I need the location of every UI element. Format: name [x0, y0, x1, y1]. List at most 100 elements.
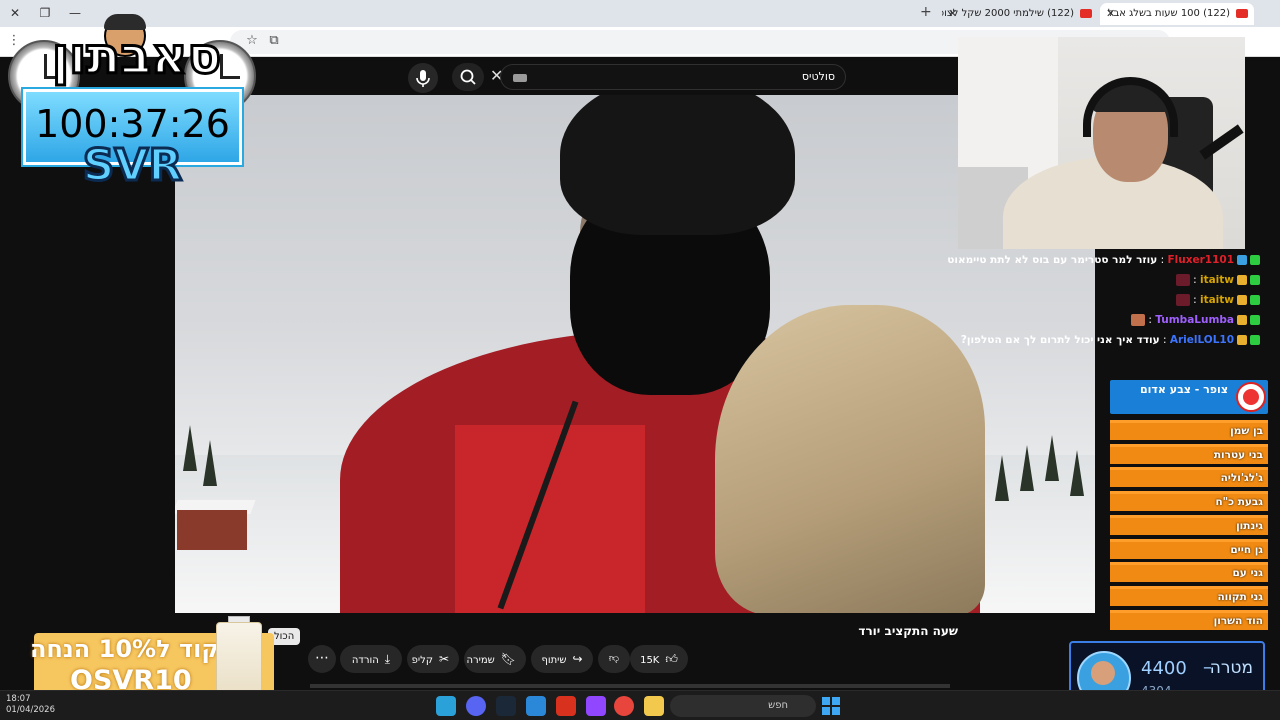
- chat-badge-icon: [1237, 255, 1247, 265]
- jacket-panel: [455, 425, 645, 613]
- alert-list-item: גני עם: [1110, 562, 1268, 583]
- alert-list-item: גבעת כ"ח: [1110, 491, 1268, 512]
- file-explorer-icon[interactable]: [644, 696, 664, 716]
- share-icon: ↪: [572, 652, 583, 666]
- taskbar-search[interactable]: חפש: [670, 695, 816, 717]
- screen: ✕ ❐ — + (122) שילמתי 2000 שקל לצופי ✕ (1…: [0, 0, 1280, 720]
- chat-message: itaitw :: [960, 294, 1260, 314]
- tree: [203, 440, 217, 486]
- clip-label: קליפ: [411, 655, 433, 666]
- chat-username[interactable]: itaitw: [1200, 274, 1234, 286]
- chat-badge-icon: [1237, 275, 1247, 285]
- like-button[interactable]: 👍︎ 15K: [630, 645, 688, 673]
- close-tab-icon[interactable]: ✕: [1106, 3, 1115, 25]
- scissors-icon: ✂: [438, 652, 449, 666]
- subscriber-badge-icon: [1250, 275, 1260, 285]
- chat-username[interactable]: TumbaLumba: [1155, 314, 1234, 326]
- search-input[interactable]: סולטיס: [500, 64, 846, 90]
- subscriber-badge-icon: [1250, 255, 1260, 265]
- chat-message: Fluxer1101 : עוזר למר סטרימר עם בוס לא ל…: [947, 254, 1260, 274]
- goal-target: 4400: [1141, 658, 1187, 679]
- dislike-button[interactable]: 👎︎: [598, 645, 630, 673]
- download-button[interactable]: ⤓ הורדה: [340, 645, 402, 673]
- telegram-icon[interactable]: [436, 696, 456, 716]
- tab-1-label: (122) 100 שעות בשלג אבל: [1107, 8, 1230, 19]
- browser-tab-bar: ✕ ❐ — + (122) שילמתי 2000 שקל לצופי ✕ (1…: [0, 0, 1280, 27]
- thumbs-up-icon: 👍︎: [665, 652, 678, 666]
- windows-start-icon[interactable]: [822, 697, 840, 715]
- subscriber-badge-icon: [1250, 315, 1260, 325]
- cabin: [177, 510, 247, 550]
- alert-list-item: גן חיים: [1110, 538, 1268, 559]
- steam-icon[interactable]: [496, 696, 516, 716]
- discord-icon[interactable]: [466, 696, 486, 716]
- new-tab-icon[interactable]: +: [920, 4, 934, 20]
- share-label: שיתוף: [541, 655, 567, 666]
- promo-discount-text: קוד ל10% הנחה: [29, 635, 219, 663]
- chat-separator: :: [1189, 294, 1200, 306]
- alert-list-item: גינתון: [1110, 514, 1268, 535]
- chat-text: עוזר למר סטרימר עם בוס לא לתת טיימאוט: [947, 254, 1158, 266]
- video-player[interactable]: [175, 95, 1095, 613]
- search-button[interactable]: [452, 63, 484, 91]
- alert-list-header: צופר - צבע אדום: [1110, 380, 1268, 414]
- emote-icon: [1131, 314, 1146, 326]
- bookmark-icon: 🔖︎: [500, 652, 516, 666]
- alert-list-item: בני עטרות: [1110, 443, 1268, 464]
- emote-icon: [1175, 294, 1190, 306]
- menu-icon[interactable]: ⋮: [6, 33, 22, 49]
- subscriber-badge-icon: [1250, 295, 1260, 305]
- clock-time: 18:07: [6, 694, 31, 704]
- more-actions-button[interactable]: ⋯: [308, 645, 336, 673]
- search-query: סולטיס: [801, 70, 835, 83]
- chat-username[interactable]: itaitw: [1200, 294, 1234, 306]
- save-button[interactable]: 🔖︎ שמירה: [464, 645, 526, 673]
- notepad-icon[interactable]: [526, 696, 546, 716]
- system-clock[interactable]: 18:07 01/04/2026: [6, 694, 55, 716]
- chat-separator: :: [1159, 334, 1170, 346]
- obs-icon[interactable]: [586, 696, 606, 716]
- taskbar: 18:07 01/04/2026 חפש: [0, 690, 1280, 720]
- minimize-window-icon[interactable]: —: [66, 4, 84, 22]
- tab-1[interactable]: (122) 100 שעות בשלג אבל ✕: [1100, 3, 1254, 25]
- tree: [1020, 445, 1034, 491]
- taskbar-search-placeholder: חפש: [768, 700, 788, 711]
- close-tab-icon[interactable]: ✕: [948, 3, 957, 25]
- alert-list-item: ג'לג'וליה: [1110, 467, 1268, 488]
- bookmark-star-icon[interactable]: ☆: [244, 33, 260, 49]
- chat-message: itaitw :: [960, 274, 1260, 294]
- keyboard-icon[interactable]: [513, 74, 527, 82]
- video-title: שעה התקציב יורד: [858, 624, 958, 638]
- goal-label: מטרה: [1209, 658, 1253, 678]
- stream-chat: Fluxer1101 : עוזר למר סטרימר עם בוס לא ל…: [947, 254, 1260, 354]
- download-label: הורדה: [351, 655, 379, 666]
- tree: [995, 455, 1009, 501]
- tab-2[interactable]: (122) שילמתי 2000 שקל לצופי ✕: [942, 3, 1098, 25]
- close-window-icon[interactable]: ✕: [6, 4, 24, 22]
- chat-separator: :: [1189, 274, 1200, 286]
- chat-username[interactable]: Fluxer1101: [1167, 254, 1234, 266]
- chat-badge-icon: [1237, 295, 1247, 305]
- voice-search-button[interactable]: [408, 63, 438, 93]
- scrollbar[interactable]: [310, 684, 950, 688]
- chat-message: TumbaLumba :: [960, 314, 1260, 334]
- save-label: שמירה: [466, 655, 495, 666]
- download-icon: ⤓: [384, 652, 391, 666]
- tree: [1070, 450, 1084, 496]
- alert-list-item: גני תקווה: [1110, 585, 1268, 606]
- chat-badge-icon: [1237, 335, 1247, 345]
- chrome-icon[interactable]: [614, 696, 634, 716]
- youtube-icon: [1236, 9, 1248, 18]
- search-icon: [460, 69, 476, 85]
- chat-separator: :: [1145, 314, 1156, 326]
- share-button[interactable]: ↪ שיתוף: [531, 645, 593, 673]
- app-icon[interactable]: [556, 696, 576, 716]
- alert-list-item: הוד השרון: [1110, 609, 1268, 630]
- helmet: [560, 95, 795, 235]
- clip-button[interactable]: ✂ קליפ: [407, 645, 459, 673]
- headset: [1083, 77, 1178, 137]
- chat-username[interactable]: ArielLOL10: [1170, 334, 1234, 346]
- restore-window-icon[interactable]: ❐: [36, 4, 54, 22]
- thumbs-down-icon: 👎︎: [608, 653, 620, 664]
- install-app-icon[interactable]: ⧉: [266, 33, 282, 49]
